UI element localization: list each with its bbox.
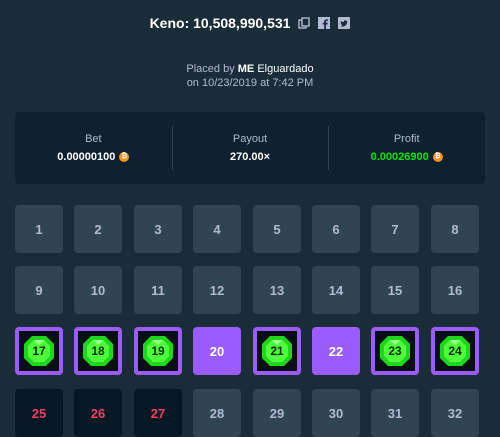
bet-label: Bet [85, 133, 102, 145]
keno-tile-27[interactable]: 27 [134, 389, 182, 437]
keno-tile-28[interactable]: 28 [193, 389, 241, 437]
payout-value: 270.00× [229, 151, 271, 163]
facebook-icon[interactable] [318, 17, 331, 29]
keno-tile-13[interactable]: 13 [253, 266, 301, 314]
tile-number: 6 [332, 221, 340, 237]
gem-icon: 21 [260, 334, 294, 368]
tile-number: 25 [31, 405, 47, 421]
keno-tile-8[interactable]: 8 [431, 205, 479, 253]
keno-tile-20[interactable]: 20 [193, 327, 241, 375]
tile-number: 12 [209, 282, 225, 298]
gem-icon: 23 [378, 334, 412, 368]
tile-number: 8 [451, 221, 459, 237]
tile-number: 24 [448, 344, 462, 358]
keno-tile-10[interactable]: 10 [74, 266, 122, 314]
tile-number: 29 [269, 405, 285, 421]
tile-number: 32 [447, 405, 463, 421]
tile-number: 30 [328, 405, 344, 421]
placed-by-info: Placed by ME Elguardado on 10/23/2019 at… [0, 62, 500, 90]
bet-value: 0.00000100 [57, 151, 116, 163]
keno-tile-24[interactable]: 24 [431, 327, 479, 375]
tile-number: 22 [328, 343, 344, 359]
gem-icon: 17 [22, 334, 56, 368]
keno-tile-6[interactable]: 6 [312, 205, 360, 253]
keno-tile-26[interactable]: 26 [74, 389, 122, 437]
tile-number: 2 [94, 221, 102, 237]
tile-number: 10 [90, 282, 106, 298]
user-rank-badge: ME [237, 63, 255, 75]
keno-tile-15[interactable]: 15 [371, 266, 419, 314]
tile-number: 18 [91, 344, 105, 358]
profit-stat: Profit 0.00026900 ₿ [328, 112, 485, 184]
keno-tile-29[interactable]: 29 [253, 389, 301, 437]
keno-tile-7[interactable]: 7 [371, 205, 419, 253]
gem-icon: 24 [438, 334, 472, 368]
payout-label: Payout [232, 133, 268, 145]
keno-tile-5[interactable]: 5 [253, 205, 301, 253]
tile-number: 11 [151, 282, 165, 298]
tile-number: 23 [388, 344, 402, 358]
tile-number: 21 [270, 344, 284, 358]
tile-number: 3 [154, 221, 162, 237]
keno-tile-19[interactable]: 19 [134, 327, 182, 375]
keno-tile-31[interactable]: 31 [371, 389, 419, 437]
tile-number: 27 [150, 405, 166, 421]
tile-number: 31 [387, 405, 403, 421]
keno-tile-22[interactable]: 22 [312, 327, 360, 375]
tile-number: 1 [35, 221, 43, 237]
keno-tile-2[interactable]: 2 [74, 205, 122, 253]
tile-number: 7 [391, 221, 399, 237]
keno-tile-21[interactable]: 21 [253, 327, 301, 375]
keno-tile-4[interactable]: 4 [193, 205, 241, 253]
bet-title-row: Keno: 10,508,990,531 [0, 15, 500, 31]
keno-tile-30[interactable]: 30 [312, 389, 360, 437]
keno-tile-32[interactable]: 32 [431, 389, 479, 437]
bet-stat: Bet 0.00000100 ₿ [15, 112, 172, 184]
gem-icon: 18 [81, 334, 115, 368]
keno-tile-9[interactable]: 9 [15, 266, 63, 314]
tile-number: 19 [151, 344, 165, 358]
bitcoin-icon: ₿ [432, 152, 443, 162]
placed-by-label: Placed by [186, 63, 235, 75]
keno-tile-25[interactable]: 25 [15, 389, 63, 437]
tile-number: 14 [328, 282, 344, 298]
keno-tile-16[interactable]: 16 [431, 266, 479, 314]
bet-title: Keno: 10,508,990,531 [149, 15, 291, 31]
keno-tile-3[interactable]: 3 [134, 205, 182, 253]
bet-date: on 10/23/2019 at 7:42 PM [186, 77, 314, 89]
bet-amount: 0.00000100 ₿ [57, 151, 130, 163]
keno-tile-17[interactable]: 17 [15, 327, 63, 375]
tile-number: 5 [273, 221, 281, 237]
keno-tile-14[interactable]: 14 [312, 266, 360, 314]
profit-amount: 0.00026900 ₿ [371, 151, 443, 163]
tile-number: 16 [447, 282, 463, 298]
copy-icon[interactable] [298, 17, 311, 29]
tile-number: 15 [387, 282, 403, 298]
twitter-icon[interactable] [338, 17, 351, 29]
tile-number: 26 [90, 405, 106, 421]
bet-stats-panel: Bet 0.00000100 ₿ Payout 270.00× Profit 0… [15, 112, 485, 184]
payout-stat: Payout 270.00× [171, 112, 329, 184]
tile-number: 17 [32, 344, 46, 358]
tile-number: 28 [209, 405, 225, 421]
tile-number: 4 [213, 221, 221, 237]
keno-tile-11[interactable]: 11 [134, 266, 182, 314]
profit-label: Profit [393, 133, 420, 145]
gem-icon: 19 [141, 334, 175, 368]
tile-number: 13 [269, 282, 285, 298]
keno-tile-18[interactable]: 18 [74, 327, 122, 375]
username-link[interactable]: Elguardado [257, 63, 313, 75]
keno-tile-12[interactable]: 12 [193, 266, 241, 314]
keno-tile-23[interactable]: 23 [371, 327, 419, 375]
profit-value: 0.00026900 [370, 151, 429, 163]
tile-number: 9 [35, 282, 43, 298]
bitcoin-icon: ₿ [119, 152, 130, 162]
keno-tile-1[interactable]: 1 [15, 205, 63, 253]
tile-number: 20 [209, 343, 225, 359]
